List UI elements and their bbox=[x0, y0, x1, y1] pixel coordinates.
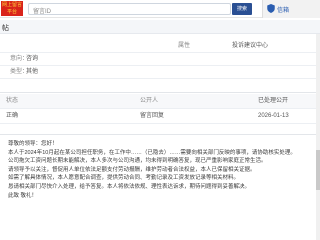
scrollbar-thumb[interactable] bbox=[316, 150, 320, 190]
attr-value: 投诉建议中心 bbox=[232, 43, 269, 49]
publisher-label: 公开人 bbox=[140, 98, 159, 104]
title-strip: 帖 bbox=[0, 20, 320, 34]
reply-row: 正确 留言回复 2026-01-13 bbox=[0, 109, 320, 124]
message-line: 尊敬的领导：您好！ bbox=[8, 141, 58, 147]
page-title: 帖 bbox=[2, 25, 9, 32]
scrollbar-track[interactable] bbox=[316, 34, 320, 240]
search-button[interactable]: 搜索 bbox=[232, 3, 252, 15]
message-line: 本人于2024年10月起在某公司担任职务，在工作中……（已隐去）……需要向相关部… bbox=[8, 149, 296, 156]
divider bbox=[0, 134, 320, 135]
user-menu[interactable]: 信箱 bbox=[262, 0, 320, 18]
status-table: 状态 公开人 已处理公开 正确 留言回复 2026-01-13 bbox=[0, 94, 320, 124]
correctness-value: 正确 bbox=[6, 113, 19, 119]
status-label: 状态 bbox=[6, 98, 19, 104]
divider bbox=[0, 92, 320, 93]
message-line: 公司拖欠工资问题长期未能解决，本人多次与公司沟通，均未得到明确答复，现已严重影响… bbox=[8, 158, 267, 165]
message-line: 恳请相关部门尽快介入处理，给予答复。本人将依法依规、理性表达诉求，期待问题得到妥… bbox=[8, 183, 251, 190]
shield-icon bbox=[267, 4, 275, 13]
search-input[interactable]: 留言ID bbox=[28, 3, 231, 15]
top-bar: 网上留言 平台 留言ID 搜索 信箱 bbox=[0, 0, 320, 18]
row-marker bbox=[0, 40, 8, 53]
attr-label: 属性 bbox=[178, 43, 191, 49]
message-body: 尊敬的领导：您好！ 本人于2024年10月起在某公司担任职务，在工作中……（已隐… bbox=[8, 140, 314, 200]
message-info-table: 属性 投诉建议中心 意向： 咨询 类型： 其他 bbox=[0, 40, 320, 79]
message-line: 如需了解具体情况，本人愿意配合调查，提供劳动合同、考勤记录及工资发放记录等相关材… bbox=[8, 175, 240, 182]
info-row: 类型： 其他 bbox=[0, 66, 320, 79]
intent-value: 咨询 bbox=[26, 56, 39, 62]
info-row: 属性 投诉建议中心 bbox=[0, 40, 320, 53]
public-status-value: 已处理公开 bbox=[258, 98, 289, 104]
info-row: 意向： 咨询 bbox=[0, 53, 320, 66]
site-logo[interactable]: 网上留言 平台 bbox=[1, 1, 23, 16]
status-row: 状态 公开人 已处理公开 bbox=[0, 94, 320, 109]
reply-type-value: 留言回复 bbox=[140, 113, 165, 119]
search-placeholder: 留言ID bbox=[33, 9, 52, 15]
user-name: 信箱 bbox=[277, 8, 290, 14]
type-value: 其他 bbox=[26, 69, 39, 75]
message-line: 请领导予以关注，督促用人单位依法足额支付劳动报酬，维护劳动者合法权益，本人已保留… bbox=[8, 166, 256, 173]
reply-date-value: 2026-01-13 bbox=[258, 113, 289, 119]
message-line: 此致 敬礼！ bbox=[8, 192, 38, 199]
